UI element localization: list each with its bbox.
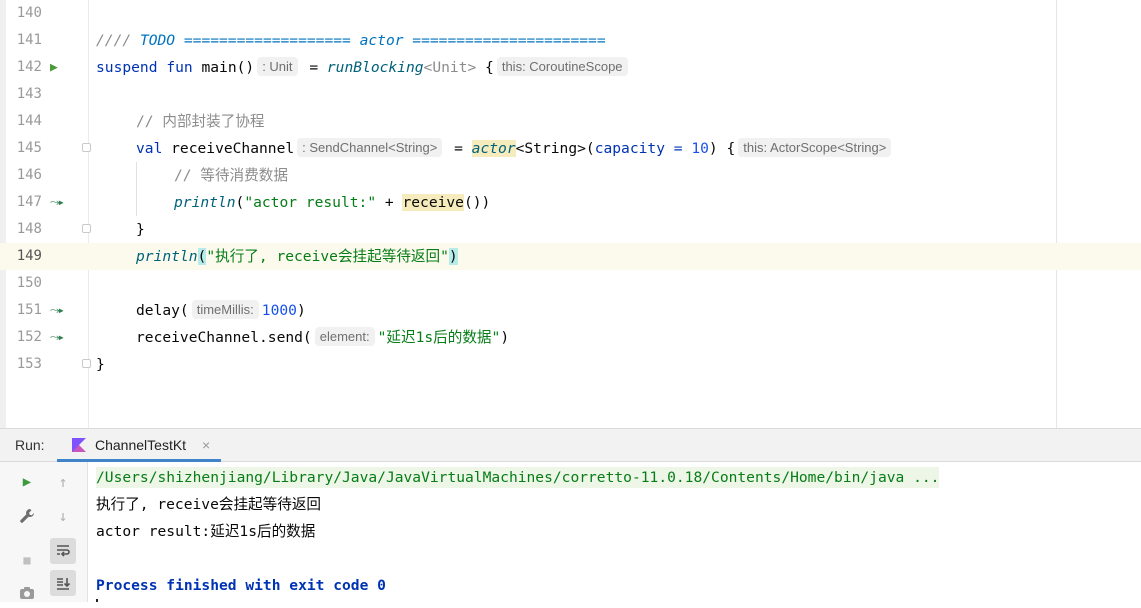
run-icon[interactable]: ▶ [50,54,58,81]
suspend-call-icon: ⤳▸ [50,303,65,317]
console-output[interactable]: /Users/shizhenjiang/Library/Java/JavaVir… [88,462,1141,602]
fold-marker[interactable] [82,359,91,368]
line-number: 144 [16,113,42,129]
console-command-line[interactable]: /Users/shizhenjiang/Library/Java/JavaVir… [96,464,940,491]
close-icon[interactable]: × [202,429,210,462]
code-text: } [96,356,105,373]
line-number: 145 [16,140,42,156]
suspend-call-icon: ⤳▸ [50,330,65,344]
code-text: val receiveChannel: SendChannel<String> … [136,135,894,162]
code-line-145[interactable]: 145 val receiveChannel: SendChannel<Stri… [0,135,1141,162]
param-hint: element: [314,327,375,346]
code-line-149[interactable]: 149 println("执行了, receive会挂起等待返回") [0,243,1141,270]
type-hint: : SendChannel<String> [297,138,443,157]
type-hint: : Unit [257,57,298,76]
line-number: 150 [16,275,42,291]
line-number: 146 [16,167,42,183]
scope-hint: this: CoroutineScope [496,57,628,76]
code-text: println("actor result:" + receive()) [174,194,491,211]
code-text: receiveChannel.send(element: "延迟1s后的数据") [136,327,510,346]
code-line-151[interactable]: 151 ⤳▸ delay(timeMillis: 1000) [0,297,1141,324]
soft-wrap-icon[interactable] [50,538,76,564]
code-line-153[interactable]: 153 } [0,351,1141,378]
code-text: // 内部封装了协程 [136,113,265,130]
code-text: } [136,221,145,238]
code-line-152[interactable]: 152 ⤳▸ receiveChannel.send(element: "延迟1s… [0,324,1141,351]
code-line-146[interactable]: 146 // 等待消费数据 [0,162,1141,189]
code-line-140[interactable]: 140 [0,0,1141,27]
line-number: 153 [16,356,42,372]
stop-icon[interactable]: ■ [14,547,40,573]
code-text: delay(timeMillis: 1000) [136,300,306,319]
line-number: 147 [16,194,42,210]
code-line-147[interactable]: 147 ⤳▸ println("actor result:" + receive… [0,189,1141,216]
code-editor[interactable]: 140 141 //// TODO =================== ac… [0,0,1141,428]
kotlin-icon [72,438,86,452]
line-number: 151 [16,302,42,318]
line-number: 143 [16,86,42,102]
scope-hint: this: ActorScope<String> [738,138,892,157]
code-line-142[interactable]: 142 ▶ suspend fun main(): Unit = runBloc… [0,54,1141,81]
code-line-143[interactable]: 143 [0,81,1141,108]
scroll-to-end-icon[interactable] [50,570,76,596]
run-toolwindow-header: Run: ChannelTestKt × [0,428,1141,462]
console-exit-line: Process finished with exit code 0 [96,577,386,594]
console-output-line: actor result:延迟1s后的数据 [96,523,316,540]
tab-label: ChannelTestKt [95,437,187,453]
param-hint: timeMillis: [191,300,259,319]
suspend-call-icon: ⤳▸ [50,195,65,209]
arrow-up-icon[interactable]: ↑ [50,469,76,495]
console-output-line: 执行了, receive会挂起等待返回 [96,496,322,513]
line-number: 148 [16,221,42,237]
camera-icon[interactable] [14,580,40,606]
line-number: 142 [16,59,42,75]
code-text: // 等待消费数据 [174,167,288,184]
tab-channeltestkt[interactable]: ChannelTestKt × [57,429,221,462]
code-text: //// TODO =================== actor ====… [96,32,606,49]
fold-marker[interactable] [82,143,91,152]
rerun-icon[interactable]: ▶ [14,469,40,495]
code-line-150[interactable]: 150 [0,270,1141,297]
line-number: 149 [16,248,42,264]
wrench-icon[interactable] [14,503,40,529]
code-text: suspend fun main(): Unit = runBlocking<U… [96,54,631,81]
fold-marker[interactable] [82,224,91,233]
line-number: 140 [16,5,42,21]
code-line-148[interactable]: 148 } [0,216,1141,243]
code-line-144[interactable]: 144 // 内部封装了协程 [0,108,1141,135]
line-number: 141 [16,32,42,48]
arrow-down-icon[interactable]: ↓ [50,503,76,529]
run-toolbar: ▶ ↑ ↓ ■ [0,462,88,602]
code-text: println("执行了, receive会挂起等待返回") [136,248,458,265]
code-line-141[interactable]: 141 //// TODO =================== actor … [0,27,1141,54]
run-label: Run: [15,437,45,453]
line-number: 152 [16,329,42,345]
